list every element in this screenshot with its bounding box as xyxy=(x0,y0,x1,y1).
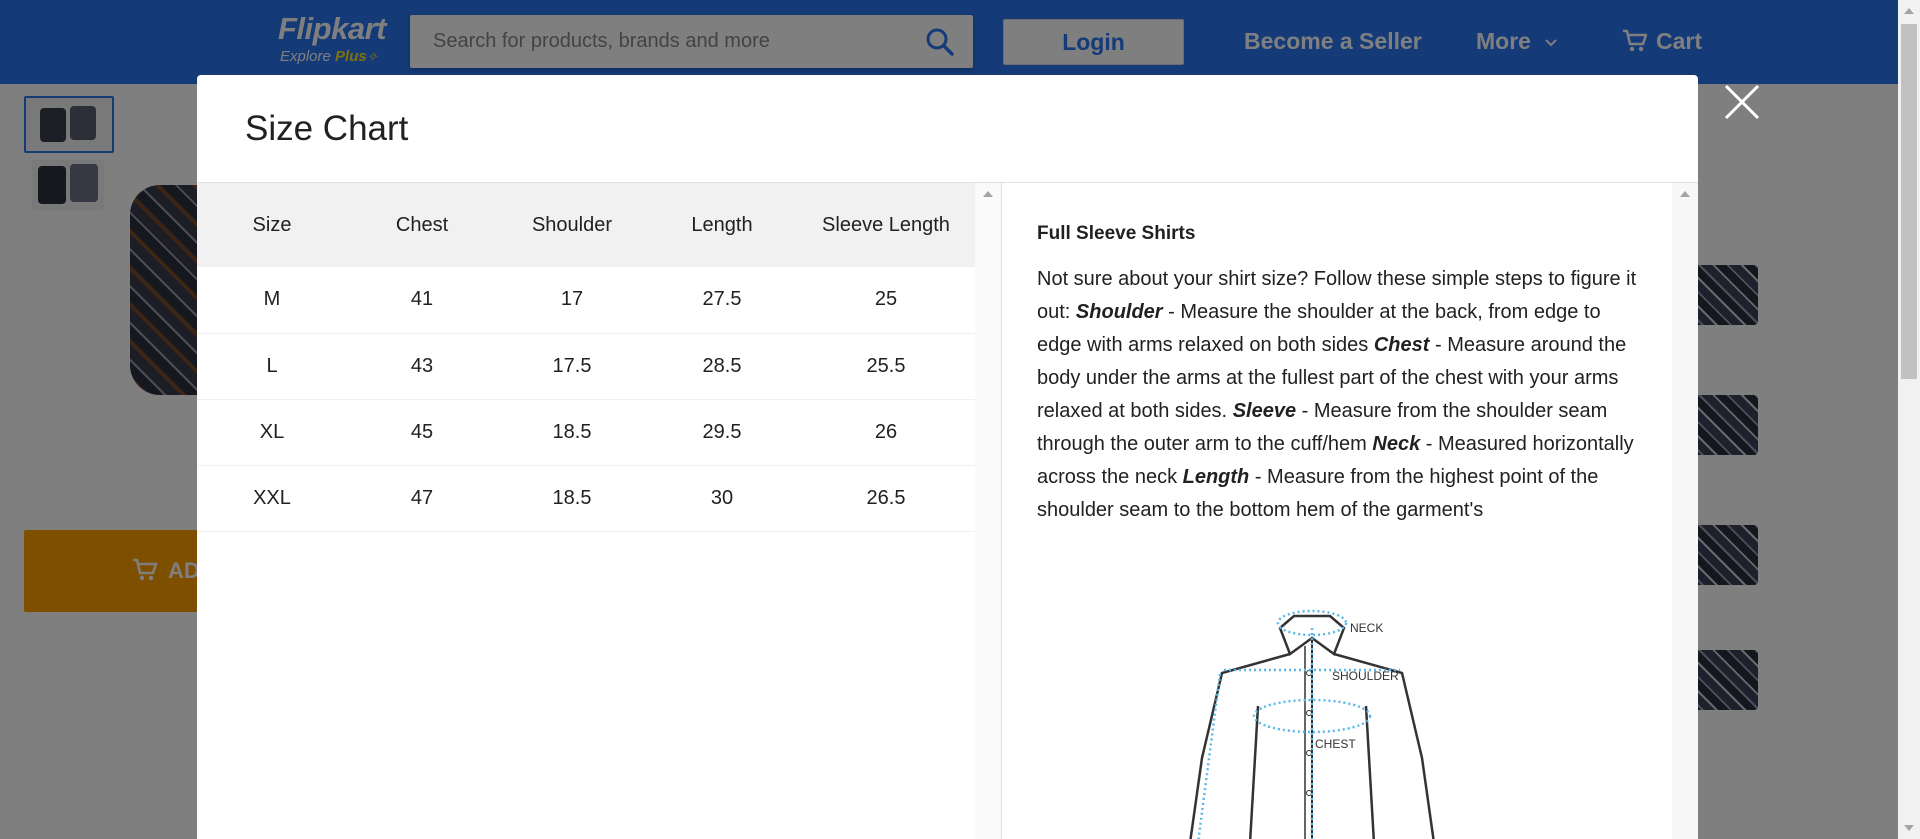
scroll-up-arrow-icon[interactable] xyxy=(1680,191,1690,197)
table-cell: XXL xyxy=(197,465,347,532)
guide-term: Sleeve xyxy=(1232,400,1297,422)
guide-text: Not sure about your shirt size? Follow t… xyxy=(1037,263,1642,527)
scroll-thumb[interactable] xyxy=(1901,24,1917,379)
table-row: L 43 17.5 28.5 25.5 xyxy=(197,333,975,400)
scroll-down-arrow-icon[interactable] xyxy=(1904,825,1914,831)
table-cell: L xyxy=(197,333,347,400)
chest-label: CHEST xyxy=(1315,737,1356,751)
table-cell: 45 xyxy=(347,399,497,466)
size-table: Size Chest Shoulder Length Sleeve Length… xyxy=(197,183,975,532)
guide-term: Shoulder xyxy=(1075,301,1163,323)
table-cell: 27.5 xyxy=(647,267,797,334)
scroll-up-arrow-icon[interactable] xyxy=(1904,8,1914,14)
neck-label: NECK xyxy=(1350,621,1383,635)
column-header: Shoulder xyxy=(497,183,647,267)
table-cell: 26 xyxy=(797,399,975,466)
table-cell: 28.5 xyxy=(647,333,797,400)
size-chart-modal: Size Chart Size Chest Shoulder Length Sl… xyxy=(197,75,1698,839)
table-cell: 25.5 xyxy=(797,333,975,400)
table-cell: 25 xyxy=(797,267,975,334)
guide-pane-scrollbar[interactable] xyxy=(1672,183,1698,839)
table-cell: 17 xyxy=(497,267,647,334)
close-icon[interactable] xyxy=(1720,80,1764,124)
shirt-measurement-diagram: NECK SHOULDER CHEST xyxy=(1189,609,1435,839)
modal-header: Size Chart xyxy=(197,75,1698,183)
table-cell: 18.5 xyxy=(497,465,647,532)
table-cell: 47 xyxy=(347,465,497,532)
measurement-guide-pane: Full Sleeve Shirts Not sure about your s… xyxy=(1001,183,1698,839)
modal-title: Size Chart xyxy=(245,109,409,148)
table-cell: 41 xyxy=(347,267,497,334)
table-cell: 30 xyxy=(647,465,797,532)
table-row: XXL 47 18.5 30 26.5 xyxy=(197,465,975,532)
scroll-up-arrow-icon[interactable] xyxy=(983,191,993,197)
guide-term: Chest xyxy=(1373,334,1430,356)
table-header-row: Size Chest Shoulder Length Sleeve Length xyxy=(197,183,975,267)
size-table-pane: Size Chest Shoulder Length Sleeve Length… xyxy=(197,183,1001,839)
shoulder-label: SHOULDER xyxy=(1332,669,1399,683)
table-cell: 29.5 xyxy=(647,399,797,466)
measurement-guide: Full Sleeve Shirts Not sure about your s… xyxy=(1037,221,1642,527)
table-cell: 43 xyxy=(347,333,497,400)
table-pane-scrollbar[interactable] xyxy=(975,183,1001,839)
guide-term: Neck xyxy=(1372,433,1421,455)
guide-title: Full Sleeve Shirts xyxy=(1037,223,1196,244)
guide-term: Length xyxy=(1182,466,1250,488)
table-cell: 26.5 xyxy=(797,465,975,532)
column-header: Chest xyxy=(347,183,497,267)
column-header: Sleeve Length xyxy=(797,183,975,267)
table-cell: XL xyxy=(197,399,347,466)
table-row: XL 45 18.5 29.5 26 xyxy=(197,399,975,466)
table-cell: M xyxy=(197,267,347,334)
page-scrollbar[interactable] xyxy=(1898,0,1920,839)
column-header: Length xyxy=(647,183,797,267)
column-header: Size xyxy=(197,183,347,267)
table-cell: 17.5 xyxy=(497,333,647,400)
table-cell: 18.5 xyxy=(497,399,647,466)
table-row: M 41 17 27.5 25 xyxy=(197,267,975,334)
